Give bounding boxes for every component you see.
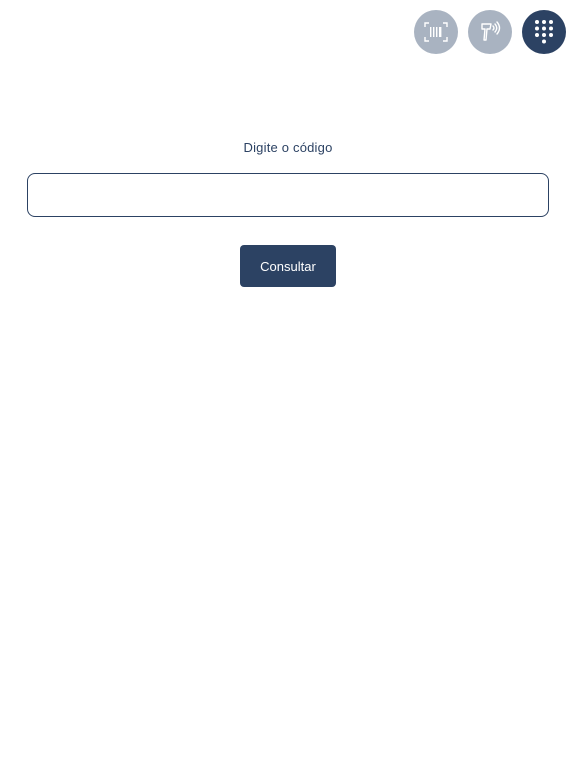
code-prompt-label: Digite o código — [243, 140, 333, 155]
keypad-button[interactable] — [522, 10, 566, 54]
handheld-scanner-button[interactable] — [468, 10, 512, 54]
input-mode-switcher — [414, 10, 566, 54]
handheld-scanner-icon — [481, 21, 501, 41]
consult-button[interactable]: Consultar — [240, 245, 336, 287]
barcode-scan-icon — [424, 22, 448, 42]
keypad-icon — [535, 20, 553, 44]
code-input[interactable] — [27, 173, 549, 217]
barcode-scan-button[interactable] — [414, 10, 458, 54]
